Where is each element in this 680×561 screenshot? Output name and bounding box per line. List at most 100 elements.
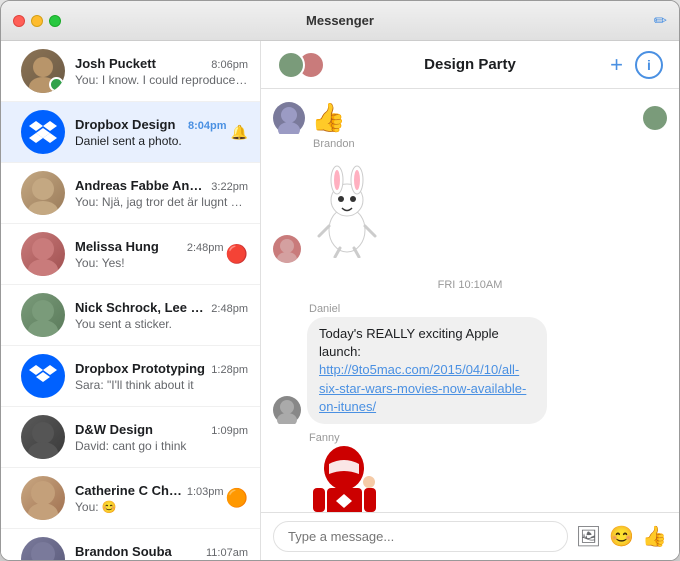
title-bar: Messenger ✏ [1, 1, 679, 41]
conv-time: 8:06pm [211, 59, 248, 71]
conv-header: Nick Schrock, Lee Byron, ... 2:48pm [75, 300, 248, 315]
conv-time: 11:07am [206, 547, 248, 559]
avatar [21, 415, 65, 459]
conv-header: Catherine C Chang 1:03pm [75, 483, 224, 498]
conv-name: Brandon Souba [75, 544, 172, 559]
message-row: Today's REALLY exciting Apple launch: ht… [273, 317, 667, 424]
like-icon[interactable]: 👍 [642, 524, 667, 549]
conv-header: Dropbox Design 8:04pm [75, 117, 227, 132]
emoji-icon[interactable]: 😊 [609, 524, 634, 549]
close-button[interactable] [13, 15, 25, 27]
bunny-sticker [307, 158, 387, 263]
conv-preview: Sara: "I'll think about it [75, 378, 248, 392]
main-content: Josh Puckett 8:06pm You: I know. I could… [1, 41, 679, 560]
conv-info: Brandon Souba 11:07am sounds good [75, 544, 248, 561]
conversation-item[interactable]: Dropbox Prototyping 1:28pm Sara: "I'll t… [1, 346, 260, 407]
conv-info: Dropbox Prototyping 1:28pm Sara: "I'll t… [75, 361, 248, 392]
chat-messages: 👍 Brandon [261, 89, 679, 512]
chat-title: Design Party [424, 56, 516, 73]
sticker-row: 👍 [311, 101, 346, 134]
conversation-item[interactable]: Catherine C Chang 1:03pm You: 😊 🟠 [1, 468, 260, 529]
conv-preview: Daniel sent a photo. [75, 134, 227, 148]
conv-time: 8:04pm [188, 120, 227, 132]
conv-preview: You: 😊 [75, 500, 224, 514]
conv-time: 2:48pm [187, 242, 224, 254]
avatar [21, 293, 65, 337]
header-left [277, 51, 325, 79]
message-row [273, 446, 667, 512]
avatar [21, 354, 65, 398]
chat-header: Design Party + i [261, 41, 679, 89]
sender-label: Brandon [313, 138, 667, 150]
chat-input-area: 🖼 😊 👍 [261, 512, 679, 560]
chat-header-actions: + i [610, 51, 663, 79]
avatar [21, 537, 65, 560]
window-title-text: Messenger [306, 13, 374, 28]
conv-name: Andreas Fabbe Andersson [75, 178, 207, 193]
conv-time: 3:22pm [211, 181, 248, 193]
message-group: Daniel Today's REALLY exciting Apple lau… [273, 303, 667, 424]
mute-icon: 🔔 [231, 124, 248, 141]
message-row [273, 158, 667, 263]
thumbs-up-reaction: 👍 [311, 101, 346, 134]
reactor-avatar [643, 106, 667, 130]
conv-info: Andreas Fabbe Andersson 3:22pm You: Njä,… [75, 178, 248, 209]
conversations-sidebar: Josh Puckett 8:06pm You: I know. I could… [1, 41, 261, 560]
conv-info: Melissa Hung 2:48pm You: Yes! [75, 239, 224, 270]
conv-name: Dropbox Prototyping [75, 361, 205, 376]
conversation-item[interactable]: Dropbox Design 8:04pm Daniel sent a phot… [1, 102, 260, 163]
conv-name: Nick Schrock, Lee Byron, ... [75, 300, 207, 315]
message-link[interactable]: http://9to5mac.com/2015/04/10/all-six-st… [319, 362, 526, 413]
conv-preview: You: I know. I could reproduce. I h... [75, 73, 248, 87]
conv-header: Dropbox Prototyping 1:28pm [75, 361, 248, 376]
msg-avatar [273, 102, 305, 134]
conv-preview: You: Njä, jag tror det är lugnt efter... [75, 195, 248, 209]
avatar [21, 171, 65, 215]
conversation-item[interactable]: Melissa Hung 2:48pm You: Yes! 🔴 [1, 224, 260, 285]
message-group: 👍 [273, 97, 667, 134]
sender-label: Daniel [309, 303, 667, 315]
conversation-item[interactable]: Josh Puckett 8:06pm You: I know. I could… [1, 41, 260, 102]
msg-avatar [273, 235, 301, 263]
minimize-button[interactable] [31, 15, 43, 27]
message-input[interactable] [273, 521, 568, 552]
power-ranger-sticker [307, 446, 382, 512]
conv-time: 1:09pm [211, 425, 248, 437]
conv-preview: You: Yes! [75, 256, 224, 270]
avatar [21, 49, 65, 93]
add-icon[interactable]: + [610, 52, 623, 78]
conv-info: D&W Design 1:09pm David: cant go i think [75, 422, 248, 453]
conv-preview: You sent a sticker. [75, 317, 248, 331]
conv-info: Josh Puckett 8:06pm You: I know. I could… [75, 56, 248, 87]
conv-header: Josh Puckett 8:06pm [75, 56, 248, 71]
conv-name: Catherine C Chang [75, 483, 183, 498]
conv-header: Andreas Fabbe Andersson 3:22pm [75, 178, 248, 193]
traffic-lights [1, 15, 61, 27]
msg-avatar [273, 396, 301, 424]
timestamp-divider: FRI 10:10AM [273, 271, 667, 299]
conv-name: D&W Design [75, 422, 153, 437]
compose-icon[interactable]: ✏ [654, 13, 667, 30]
conv-time: 1:03pm [187, 486, 224, 498]
window-title: Messenger [306, 13, 374, 28]
title-bar-actions: ✏ [654, 11, 679, 31]
conversation-item[interactable]: Andreas Fabbe Andersson 3:22pm You: Njä,… [1, 163, 260, 224]
conv-time: 1:28pm [211, 364, 248, 376]
message-bubble: Today's REALLY exciting Apple launch: ht… [307, 317, 547, 424]
message-group: Fanny [273, 432, 667, 512]
info-icon[interactable]: i [635, 51, 663, 79]
conv-time: 2:48pm [211, 303, 248, 315]
avatar-small: 🔴 [226, 244, 248, 265]
conv-name: Dropbox Design [75, 117, 175, 132]
avatar [21, 110, 65, 154]
conv-header: D&W Design 1:09pm [75, 422, 248, 437]
conv-name: Melissa Hung [75, 239, 159, 254]
avatar-react: 🟠 [226, 488, 248, 509]
conversation-item[interactable]: D&W Design 1:09pm David: cant go i think [1, 407, 260, 468]
avatar [21, 476, 65, 520]
conv-info: Catherine C Chang 1:03pm You: 😊 [75, 483, 224, 514]
conversation-item[interactable]: Nick Schrock, Lee Byron, ... 2:48pm You … [1, 285, 260, 346]
fullscreen-button[interactable] [49, 15, 61, 27]
conversation-item[interactable]: Brandon Souba 11:07am sounds good [1, 529, 260, 560]
image-icon[interactable]: 🖼 [576, 524, 601, 549]
